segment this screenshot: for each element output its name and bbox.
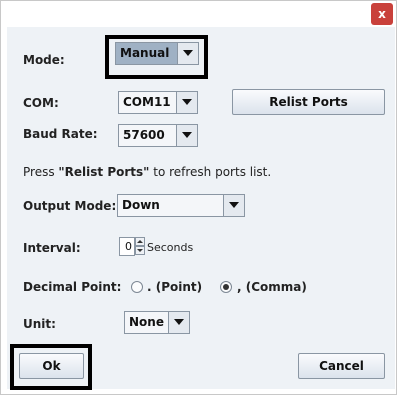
decimal-point-label: Decimal Point:	[23, 280, 122, 294]
hint-prefix: Press	[23, 165, 59, 179]
output-mode-value: Down	[122, 198, 160, 212]
chevron-down-icon[interactable]	[177, 43, 198, 64]
unit-label: Unit:	[23, 317, 56, 331]
mode-label: Mode:	[23, 53, 65, 67]
cancel-button[interactable]: Cancel	[298, 353, 385, 379]
radio-point[interactable]	[131, 281, 143, 293]
output-mode-label: Output Mode:	[23, 199, 117, 213]
chevron-down-icon[interactable]	[176, 125, 197, 146]
spinner-down-icon[interactable]	[135, 246, 145, 255]
hint-suffix: to refresh ports list.	[149, 165, 272, 179]
close-button[interactable]: x	[371, 3, 393, 25]
interval-input[interactable]: 0	[119, 237, 135, 256]
baud-rate-value: 57600	[123, 128, 165, 142]
interval-unit: Seconds	[147, 241, 194, 254]
radio-comma-label: , (Comma)	[237, 280, 307, 294]
chevron-down-icon[interactable]	[176, 92, 197, 113]
relist-hint: Press "Relist Ports" to refresh ports li…	[23, 165, 271, 179]
unit-value: None	[129, 315, 164, 329]
radio-point-label: . (Point)	[147, 280, 203, 294]
chevron-down-icon[interactable]	[168, 312, 189, 333]
baud-rate-label: Baud Rate:	[23, 127, 98, 141]
radio-comma[interactable]	[220, 281, 232, 293]
close-icon: x	[378, 7, 386, 21]
mode-value: Manual	[116, 43, 178, 64]
baud-rate-select[interactable]: 57600	[118, 124, 198, 147]
interval-label: Interval:	[23, 241, 81, 255]
spinner-up-icon[interactable]	[135, 237, 145, 246]
settings-dialog: x Mode: Manual COM: COM11 Relist Ports B…	[0, 0, 397, 395]
com-label: COM:	[23, 96, 59, 110]
ok-button[interactable]: Ok	[19, 353, 84, 379]
output-mode-select[interactable]: Down	[117, 194, 245, 217]
com-value: COM11	[123, 95, 171, 109]
hint-bold: "Relist Ports"	[58, 165, 150, 179]
chevron-down-icon[interactable]	[223, 195, 244, 216]
relist-ports-button[interactable]: Relist Ports	[232, 89, 385, 115]
unit-select[interactable]: None	[124, 311, 190, 334]
mode-select[interactable]: Manual	[115, 42, 199, 65]
com-select[interactable]: COM11	[118, 91, 198, 114]
